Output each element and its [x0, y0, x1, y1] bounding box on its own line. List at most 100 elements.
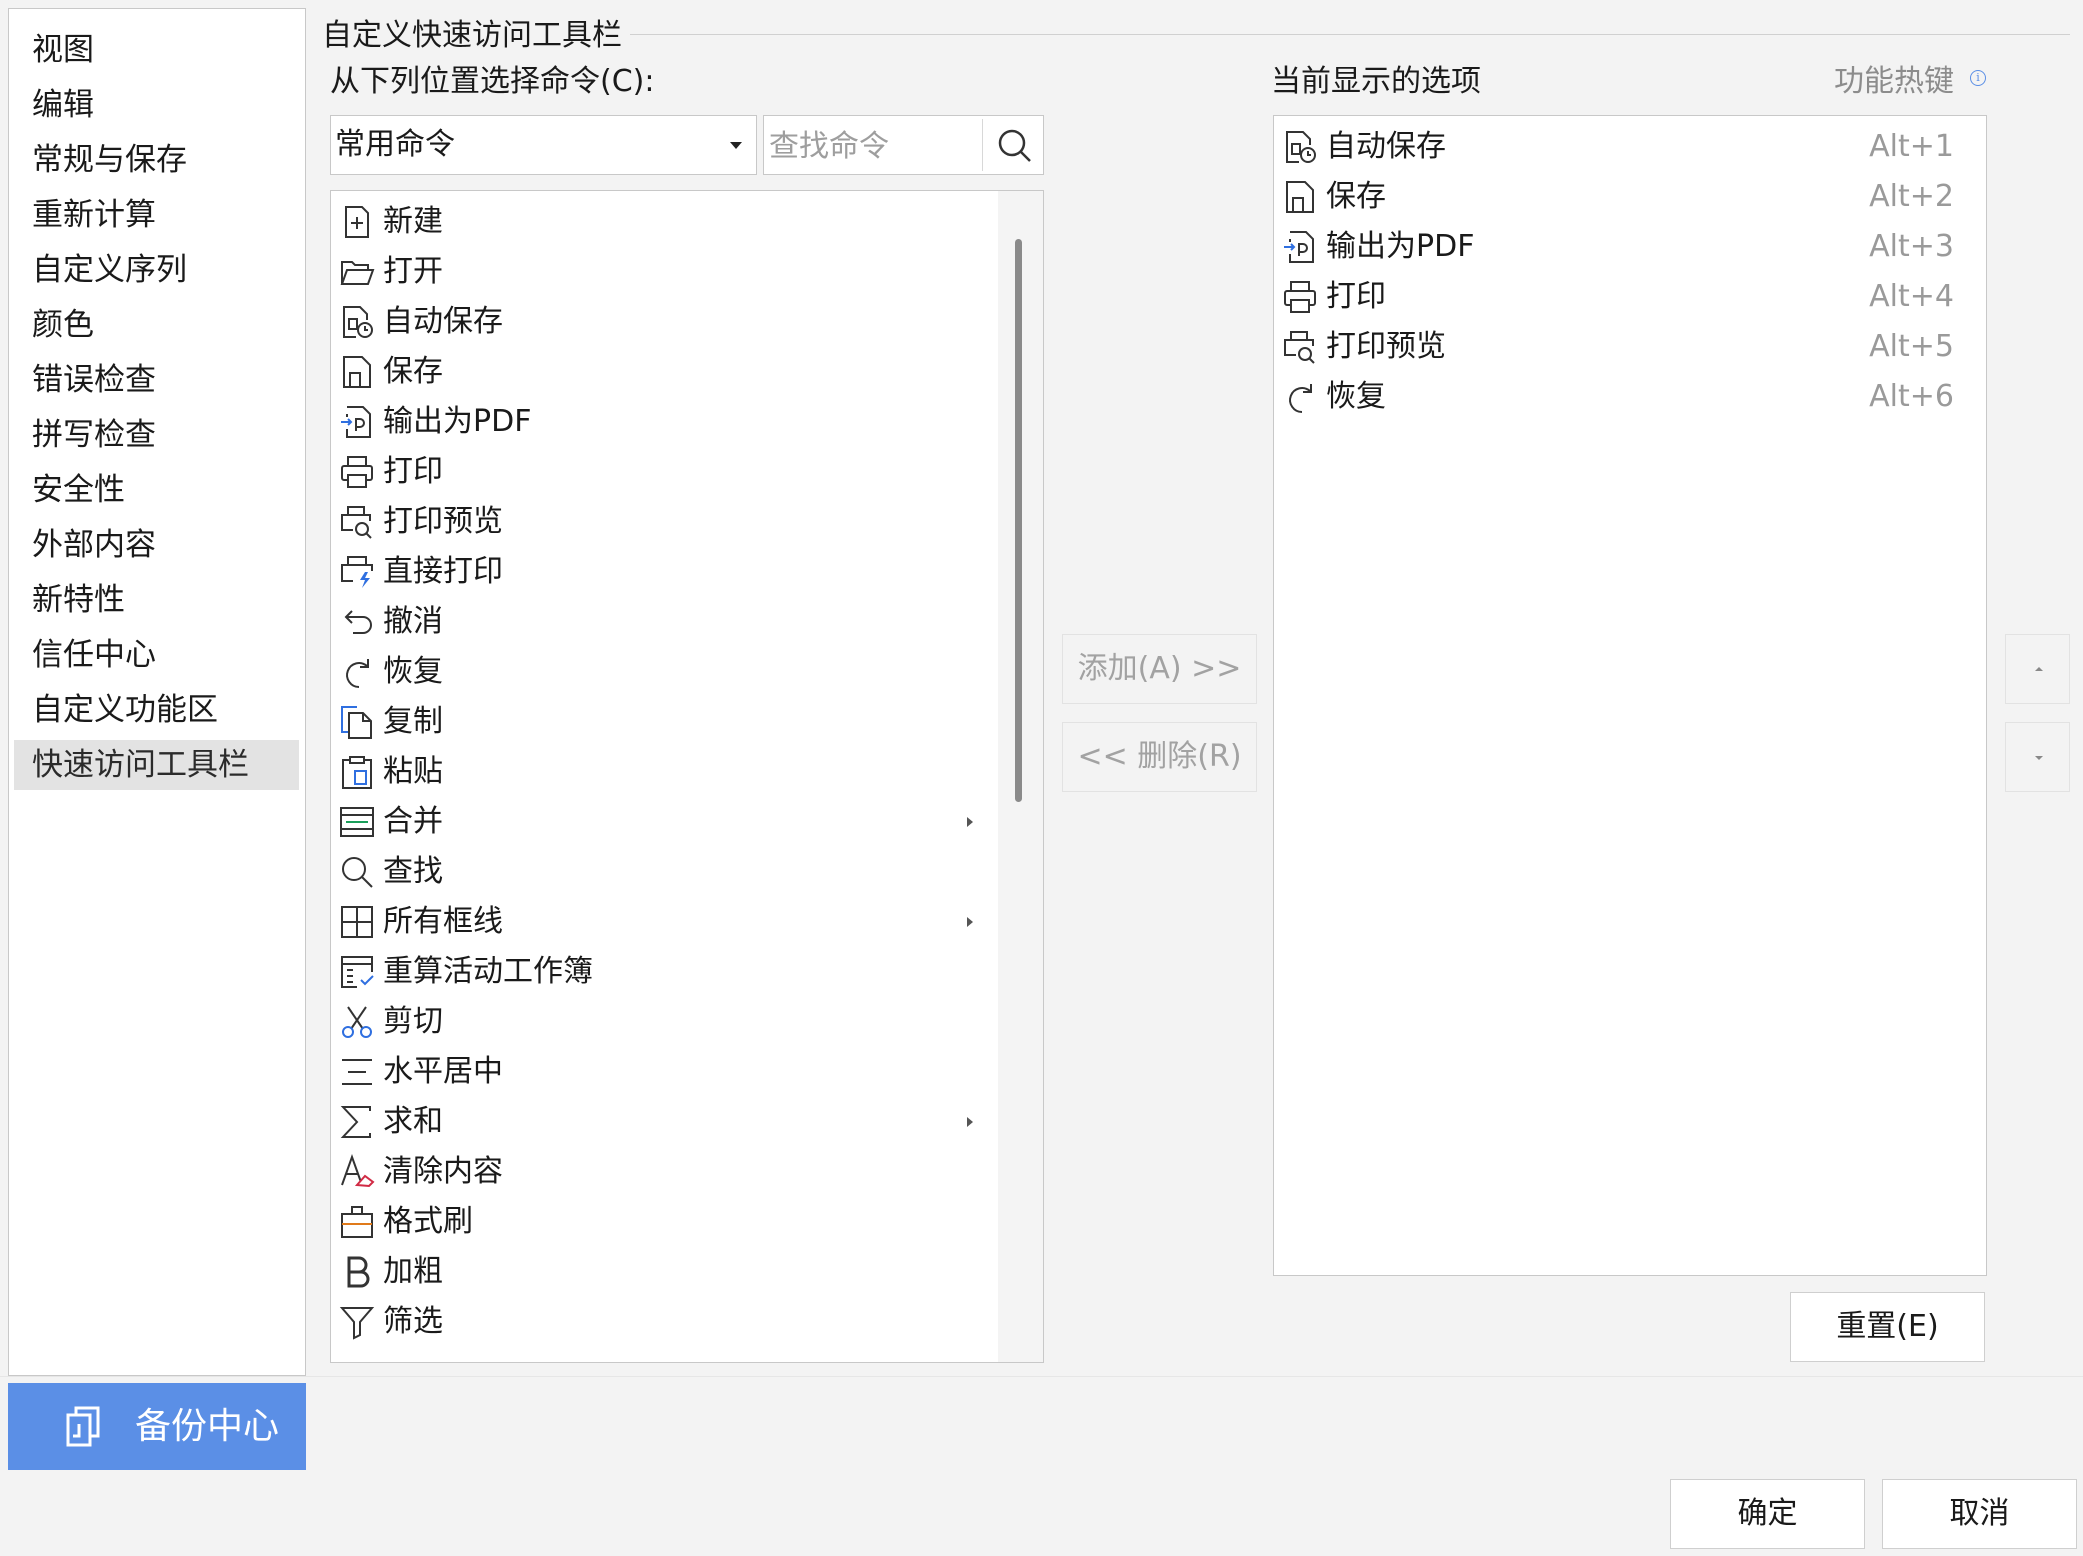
reset-button[interactable]: 重置(E) [1790, 1292, 1985, 1362]
current-item-save[interactable]: 保存 Alt+2 [1274, 172, 1986, 222]
command-item-cut[interactable]: 剪切 [331, 997, 1001, 1047]
current-item-label: 自动保存 [1326, 129, 1446, 164]
command-item-all-borders[interactable]: 所有框线 [331, 897, 1001, 947]
command-item-format-painter[interactable]: 格式刷 [331, 1197, 1001, 1247]
ok-button[interactable]: 确定 [1670, 1479, 1865, 1549]
command-item-new[interactable]: 新建 [331, 197, 1001, 247]
undo-icon [344, 610, 372, 634]
print-preview-icon [341, 506, 372, 539]
command-item-paste[interactable]: 粘贴 [331, 747, 1001, 797]
command-search [763, 115, 1044, 176]
folder-open-icon [340, 261, 375, 285]
redo-icon [1289, 384, 1312, 413]
command-item-copy[interactable]: 复制 [331, 697, 1001, 747]
command-category-select[interactable]: 常用命令 [330, 115, 757, 175]
command-label: 剪切 [383, 1004, 443, 1039]
remove-command-button[interactable]: << 删除(R) [1062, 722, 1257, 792]
command-label: 求和 [383, 1104, 443, 1139]
command-item-clear-content[interactable]: 清除内容 [331, 1147, 1001, 1197]
search-divider [982, 119, 983, 171]
command-label: 输出为PDF [383, 404, 532, 439]
command-item-recalc-workbook[interactable]: 重算活动工作簿 [331, 947, 1001, 997]
cancel-button[interactable]: 取消 [1882, 1479, 2077, 1549]
search-icon[interactable] [992, 123, 1038, 169]
command-label: 格式刷 [383, 1204, 473, 1239]
copy-icon [341, 706, 372, 739]
sidebar-item-view[interactable]: 视图 [14, 25, 299, 75]
current-item-label: 输出为PDF [1326, 229, 1475, 264]
command-label: 打印 [383, 454, 443, 489]
command-label: 重算活动工作簿 [383, 954, 593, 989]
sidebar-item-trust-center[interactable]: 信任中心 [14, 630, 299, 680]
command-label: 打开 [383, 254, 443, 289]
submenu-arrow-icon[interactable] [967, 817, 973, 827]
sidebar-item-edit[interactable]: 编辑 [14, 80, 299, 130]
hotkey-text: Alt+1 [1869, 129, 1954, 164]
submenu-arrow-icon[interactable] [967, 1117, 973, 1127]
command-item-export-pdf[interactable]: 输出为PDF [331, 397, 1001, 447]
current-options-label: 当前显示的选项 [1271, 64, 1481, 99]
command-item-sum[interactable]: 求和 [331, 1097, 1001, 1147]
commands-scrollbar-thumb[interactable] [1015, 239, 1022, 802]
command-label: 撤消 [383, 604, 443, 639]
command-item-align-center[interactable]: 水平居中 [331, 1047, 1001, 1097]
command-item-bold[interactable]: 加粗 [331, 1247, 1001, 1297]
save-icon [1286, 181, 1314, 213]
command-label: 水平居中 [383, 1054, 503, 1089]
sidebar-item-customize-ribbon[interactable]: 自定义功能区 [14, 685, 299, 735]
current-toolbar-list[interactable]: 自动保存 Alt+1 保存 Alt+2 输出为PDF Alt+3 打印 Alt+… [1273, 115, 1987, 1276]
command-label: 新建 [383, 204, 443, 239]
print-icon [1284, 281, 1316, 313]
command-item-redo[interactable]: 恢复 [331, 647, 1001, 697]
hotkey-column-label: 功能热键 [1834, 64, 1954, 99]
sidebar-item-custom-lists[interactable]: 自定义序列 [14, 245, 299, 295]
hotkey-text: Alt+4 [1869, 279, 1954, 314]
sidebar-item-general-save[interactable]: 常规与保存 [14, 135, 299, 185]
current-item-print-preview[interactable]: 打印预览 Alt+5 [1274, 322, 1986, 372]
sidebar-item-colors[interactable]: 颜色 [14, 300, 299, 350]
command-item-direct-print[interactable]: 直接打印 [331, 547, 1001, 597]
arrow-down-icon [2035, 756, 2043, 760]
command-item-autosave[interactable]: 自动保存 [331, 297, 1001, 347]
add-command-button[interactable]: 添加(A) >> [1062, 634, 1257, 704]
command-search-input[interactable] [767, 116, 981, 176]
hotkey-text: Alt+5 [1869, 329, 1954, 364]
sidebar-item-security[interactable]: 安全性 [14, 465, 299, 515]
command-label: 合并 [383, 804, 443, 839]
current-item-autosave[interactable]: 自动保存 Alt+1 [1274, 122, 1986, 172]
available-commands-list[interactable]: 新建 打开 自动保存 保存 输出为PDF 打印 打印预览 直接打印 撤消 恢复 [330, 190, 1044, 1363]
command-label: 自动保存 [383, 304, 503, 339]
sidebar-item-error-checking[interactable]: 错误检查 [14, 355, 299, 405]
command-item-merge[interactable]: 合并 [331, 797, 1001, 847]
command-item-save[interactable]: 保存 [331, 347, 1001, 397]
save-icon [343, 356, 371, 388]
current-item-export-pdf[interactable]: 输出为PDF Alt+3 [1274, 222, 1986, 272]
sidebar-item-quick-access-toolbar[interactable]: 快速访问工具栏 [14, 740, 299, 790]
command-label: 查找 [383, 854, 443, 889]
command-item-open[interactable]: 打开 [331, 247, 1001, 297]
command-item-print-preview[interactable]: 打印预览 [331, 497, 1001, 547]
command-item-filter[interactable]: 筛选 [331, 1297, 1001, 1347]
submenu-arrow-icon[interactable] [967, 917, 973, 927]
backup-icon [66, 1406, 100, 1447]
export-pdf-icon [1284, 231, 1314, 263]
current-item-redo[interactable]: 恢复 Alt+6 [1274, 372, 1986, 422]
current-item-print[interactable]: 打印 Alt+4 [1274, 272, 1986, 322]
command-item-undo[interactable]: 撤消 [331, 597, 1001, 647]
move-up-button[interactable] [2005, 634, 2070, 704]
sidebar-item-new-features[interactable]: 新特性 [14, 575, 299, 625]
sidebar-item-external-content[interactable]: 外部内容 [14, 520, 299, 570]
autosave-icon [343, 306, 373, 338]
section-divider [630, 34, 2070, 35]
command-item-find[interactable]: 查找 [331, 847, 1001, 897]
info-icon[interactable]: i [1970, 70, 1986, 86]
sidebar-item-spell-check[interactable]: 拼写检查 [14, 410, 299, 460]
current-item-label: 打印预览 [1326, 329, 1446, 364]
hotkey-text: Alt+3 [1869, 229, 1954, 264]
sidebar-item-recalculation[interactable]: 重新计算 [14, 190, 299, 240]
backup-center-button[interactable]: 备份中心 [8, 1383, 306, 1470]
current-item-label: 保存 [1326, 179, 1386, 214]
command-item-print[interactable]: 打印 [331, 447, 1001, 497]
new-doc-icon [345, 206, 369, 238]
move-down-button[interactable] [2005, 722, 2070, 792]
